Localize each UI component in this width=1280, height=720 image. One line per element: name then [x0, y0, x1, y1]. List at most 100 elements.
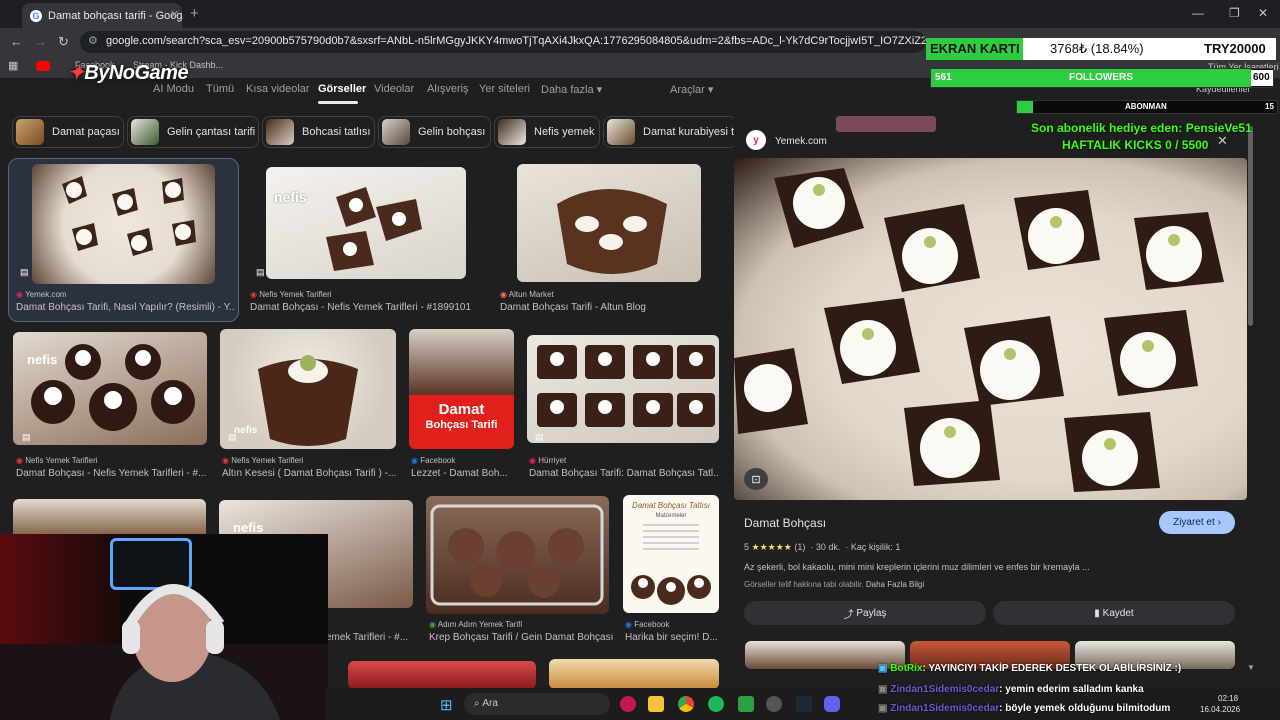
visit-button[interactable]: Ziyaret et ›	[1159, 511, 1235, 534]
window-close-icon[interactable]: ✕	[1258, 6, 1268, 20]
back-icon[interactable]: ←	[10, 34, 23, 49]
steam-icon[interactable]	[796, 696, 812, 712]
file-explorer-icon[interactable]	[648, 696, 664, 712]
result-source-9[interactable]: ◉ Adım Adım Yemek Tarifi	[429, 620, 619, 629]
result-source-3[interactable]: ◉ Altun Market	[500, 290, 720, 299]
result-caption-10[interactable]: Harika bir seçim! D...	[625, 632, 720, 643]
save-button[interactable]: ▮ Kaydet	[993, 601, 1235, 625]
chip-bohcasi-tatlisi[interactable]: Bohcasi tatlısı	[262, 116, 375, 148]
result-caption-3[interactable]: Damat Bohçası Tarifi - Altun Blog	[500, 302, 720, 313]
gallery-icon: ▤	[22, 432, 31, 442]
maximize-icon[interactable]: ❐	[1229, 6, 1240, 20]
source-label: Nefis Yemek Tarifleri	[231, 456, 304, 465]
result-caption-2[interactable]: Damat Bohçası - Nefis Yemek Tarifleri - …	[250, 302, 480, 313]
result-image-3[interactable]	[517, 164, 701, 282]
result-caption-1[interactable]: Damat Bohçası Tarifi, Nasıl Yapılır? (Re…	[16, 302, 234, 313]
result-image-13[interactable]	[549, 659, 719, 689]
nav-short-videos[interactable]: Kısa videolar	[246, 83, 310, 95]
chip-nefis-yemek[interactable]: Nefis yemek	[494, 116, 600, 148]
nav-all[interactable]: Tümü	[206, 83, 234, 95]
nav-more[interactable]: Daha fazla ▾	[541, 83, 602, 96]
share-button[interactable]: ⤴ Paylaş	[744, 601, 986, 625]
result-image-10[interactable]	[426, 496, 609, 614]
reload-icon[interactable]: ↻	[58, 34, 69, 50]
result-image-5[interactable]: nefis	[220, 329, 396, 449]
bohca-illustration-2	[326, 187, 422, 271]
chrome-icon[interactable]	[678, 696, 694, 712]
result-source-5[interactable]: ◉ Nefis Yemek Tarifleri	[222, 456, 402, 465]
result-image-4[interactable]: nefis	[13, 332, 207, 445]
result-image-6[interactable]: Damat Bohçası Tarifi	[409, 329, 514, 449]
discord-icon[interactable]	[824, 696, 840, 712]
nav-videos[interactable]: Videolar	[374, 83, 414, 95]
result-caption-9[interactable]: Krep Bohçası Tarifi / Gein Damat Bohçası	[429, 632, 619, 643]
chip-label: Damat paçası	[52, 126, 120, 138]
panel-title[interactable]: Damat Bohçası	[744, 516, 826, 530]
panel-scrollbar[interactable]	[1248, 126, 1253, 326]
bynogame-logo: ✦ByNoGame	[68, 60, 189, 85]
result-image-7[interactable]	[527, 335, 719, 443]
nav-shopping[interactable]: Alışveriş	[427, 83, 469, 95]
panel-close-icon[interactable]: ✕	[1217, 133, 1228, 149]
chip-thumb	[131, 119, 159, 145]
result-caption-4[interactable]: Damat Bohçası - Nefis Yemek Tarifleri - …	[16, 468, 211, 479]
facebook-favicon-icon: ◉	[625, 620, 632, 629]
site-info-icon[interactable]: ⚙	[88, 34, 98, 47]
chip-damat-kurabiyesi[interactable]: Damat kurabiyesi tar	[603, 116, 737, 148]
nav-places[interactable]: Yer siteleri	[479, 83, 530, 95]
result-source-10[interactable]: ◉ Facebook	[625, 620, 725, 629]
lens-search-icon[interactable]: ⊡	[744, 468, 768, 490]
gallery-icon: ▤	[256, 267, 265, 277]
chip-damat-pacasi[interactable]: Damat paçası	[12, 116, 124, 148]
forward-icon[interactable]: →	[34, 34, 47, 49]
taskbar-search[interactable]: ⌕ Ara	[464, 693, 610, 715]
app-green-icon[interactable]	[738, 696, 754, 712]
result-source-2[interactable]: ◉ Nefis Yemek Tarifleri	[250, 290, 470, 299]
damat-tile-title: Damat	[438, 401, 485, 418]
result-image-12[interactable]	[348, 661, 536, 689]
nav-images[interactable]: Görseller	[318, 83, 366, 95]
result-caption-6[interactable]: Lezzet - Damat Boh...	[411, 468, 516, 479]
panel-source[interactable]: Yemek.com	[775, 136, 827, 147]
tab-close-icon[interactable]: ✕	[170, 8, 179, 21]
browser-tab[interactable]: G Damat bohçası tarifi - Google'da	[22, 3, 182, 28]
panel-image[interactable]	[734, 158, 1247, 500]
more-info-link[interactable]: Daha Fazla Bilgi	[866, 580, 924, 589]
tools-button[interactable]: Araçlar ▾	[670, 83, 713, 96]
result-source-4[interactable]: ◉ Nefis Yemek Tarifleri	[16, 456, 216, 465]
spotify-icon[interactable]	[708, 696, 724, 712]
followers-current: 561	[935, 72, 952, 83]
result-caption-5[interactable]: Altın Kesesi ( Damat Bohçası Tarifi ) -.…	[222, 468, 402, 479]
nefis-favicon-icon: ◉	[16, 456, 23, 465]
result-caption-8[interactable]: emek Tarifleri - #...	[326, 632, 416, 643]
obs-icon[interactable]	[766, 696, 782, 712]
nav-more-label: Daha fazla	[541, 84, 594, 96]
apps-icon[interactable]: ▦	[8, 59, 18, 72]
result-image-11[interactable]: Damat Bohçası Tatlısı Malzemeler	[623, 495, 719, 613]
result-source-1[interactable]: ◉ Yemek.com	[16, 290, 216, 299]
star-icons: ★★★★★	[751, 542, 792, 552]
address-input[interactable]: ⚙ google.com/search?sca_esv=20900b575790…	[80, 31, 926, 53]
gallery-icon: ▤	[228, 432, 237, 442]
chip-gelin-bohcasi[interactable]: Gelin bohçası	[378, 116, 491, 148]
chat-user: BotRix	[890, 663, 923, 674]
nefis-favicon-icon: ◉	[222, 456, 229, 465]
windows-start-icon[interactable]: ⊞	[440, 696, 453, 714]
result-source-7[interactable]: ◉ Hürriyet	[529, 456, 719, 465]
result-image-1[interactable]	[32, 164, 215, 284]
youtube-icon[interactable]	[36, 61, 50, 71]
chip-gelin-cantasi[interactable]: Gelin çantası tarifi	[127, 116, 259, 148]
nav-ai-mode[interactable]: AI Modu	[153, 83, 194, 95]
damat-tile-subtitle: Bohçası Tarifi	[425, 419, 498, 431]
result-caption-7[interactable]: Damat Bohçası Tarifi: Damat Bohçası Tatl…	[529, 468, 719, 479]
subs-progress-fill	[1017, 101, 1033, 113]
result-image-8[interactable]	[13, 499, 206, 539]
followers-goal-widget: 561 FOLLOWERS 600	[930, 68, 1274, 88]
result-source-6[interactable]: ◉ Facebook	[411, 456, 521, 465]
gallery-icon: ▤	[20, 267, 29, 277]
minimize-icon[interactable]: —	[1192, 6, 1204, 20]
media-player-icon[interactable]	[620, 696, 636, 712]
hurriyet-favicon-icon: ◉	[529, 456, 536, 465]
result-image-2[interactable]: nefis	[266, 167, 466, 279]
new-tab-icon[interactable]: +	[190, 5, 199, 22]
